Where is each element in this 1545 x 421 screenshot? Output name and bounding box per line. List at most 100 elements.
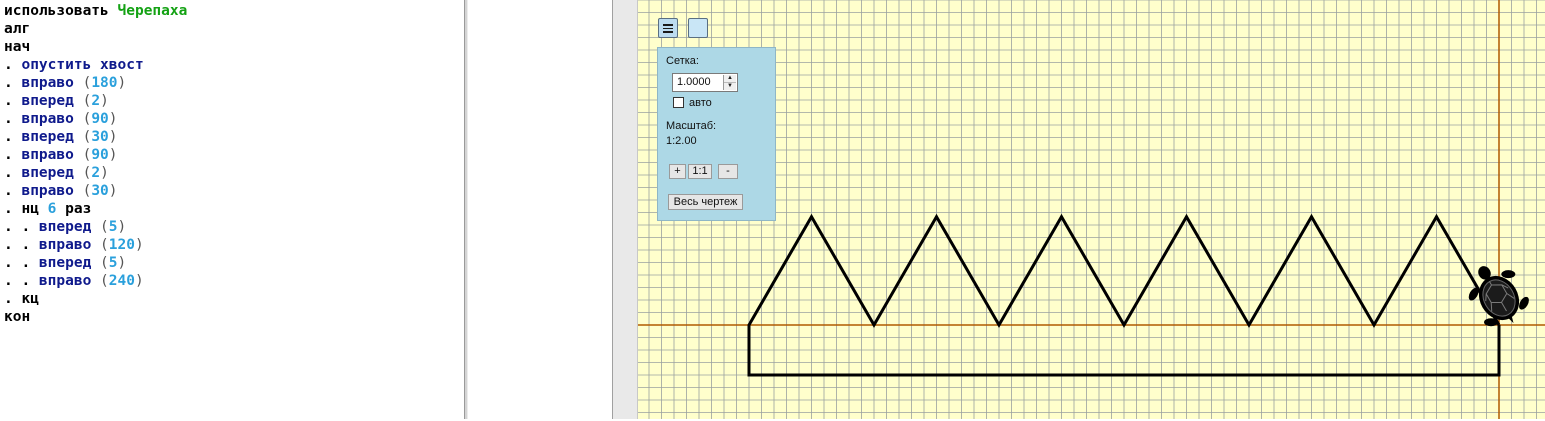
spin-down-icon[interactable]: ▼ [724,83,736,90]
code-line[interactable]: кон [0,308,464,326]
code-token: ( [73,75,92,91]
whole-drawing-button[interactable]: Весь чертеж [668,194,743,210]
menu-button[interactable] [658,18,678,38]
zoom-reset-button[interactable]: 1:1 [688,164,712,179]
code-token: алг [4,21,31,37]
code-token: использовать [4,3,118,19]
auto-checkbox[interactable] [673,97,684,108]
code-token: ) [108,111,118,127]
code-line[interactable]: . . вперед (5) [0,218,464,236]
code-token: ( [73,129,92,145]
code-token: ( [73,165,92,181]
code-token: . [4,129,22,145]
code-token: вперед [21,165,74,181]
code-token: вперед [38,219,92,235]
code-line[interactable]: . вправо (90) [0,110,464,128]
code-token: 180 [91,75,118,91]
code-line[interactable]: . . вперед (5) [0,254,464,272]
code-token: вправо [21,111,74,127]
code-line[interactable]: алг [0,20,464,38]
panel-toggle-button[interactable] [688,18,708,38]
grid-label: Сетка: [666,55,699,67]
code-token: вперед [21,93,74,109]
grid-spinbox[interactable]: 1.0000 ▲ ▼ [672,73,738,92]
code-token: ) [117,255,127,271]
grid-settings-panel: Сетка: 1.0000 ▲ ▼ авто Масштаб: 1:2.00 +… [657,47,776,221]
grid-value[interactable]: 1.0000 [677,76,711,88]
code-line[interactable]: . опустить хвост [0,56,464,74]
code-token: ) [108,183,118,199]
code-token: вперед [38,255,92,271]
hamburger-icon [663,24,673,35]
code-token: вправо [21,147,74,163]
auto-label: авто [689,97,712,109]
code-token: . [4,147,22,163]
code-token: опустить хвост [21,57,144,73]
code-token: вперед [21,129,74,145]
code-line[interactable]: . вперед (2) [0,164,464,182]
code-token: ( [73,183,92,199]
code-token: раз [56,201,92,217]
code-line[interactable]: . кц [0,290,464,308]
code-token: . [4,201,22,217]
code-token: 90 [91,147,109,163]
code-token: . [4,165,22,181]
code-token: ) [134,273,144,289]
turtle-canvas[interactable]: Сетка: 1.0000 ▲ ▼ авто Масштаб: 1:2.00 +… [638,0,1545,419]
code-token: . [4,183,22,199]
code-token: ) [108,129,118,145]
code-line[interactable]: . вперед (30) [0,128,464,146]
code-token: . . [4,273,39,289]
code-token: вправо [38,273,92,289]
zoom-out-button[interactable]: - [718,164,738,179]
code-token: ( [91,255,109,271]
code-line[interactable]: . . вправо (120) [0,236,464,254]
code-token: ) [117,219,127,235]
code-token: ( [73,111,92,127]
code-line[interactable]: . вправо (30) [0,182,464,200]
zoom-in-button[interactable]: + [669,164,686,179]
code-token: ( [91,219,109,235]
spin-buttons: ▲ ▼ [723,75,736,90]
code-token: 120 [108,237,135,253]
code-line[interactable]: нач [0,38,464,56]
code-line[interactable]: . вправо (90) [0,146,464,164]
scale-label: Масштаб: [666,120,717,132]
code-token: ) [134,237,144,253]
code-token: 30 [91,129,109,145]
code-token: кц [21,291,39,307]
code-token: . . [4,255,39,271]
code-token: ( [73,93,92,109]
code-token: нач [4,39,31,55]
code-token: . [4,57,22,73]
code-token: . [4,93,22,109]
code-line[interactable]: . нц 6 раз [0,200,464,218]
code-token: нц [21,201,48,217]
scale-value: 1:2.00 [666,135,697,147]
code-token: ) [117,75,127,91]
code-token: 240 [108,273,135,289]
code-editor[interactable]: использовать Черепаха алг нач. опустить хв… [0,0,464,421]
code-token: ) [100,93,109,109]
spin-up-icon[interactable]: ▲ [724,75,736,83]
code-token: . . [4,219,39,235]
code-line[interactable]: . вправо (180) [0,74,464,92]
output-margin-pane [468,0,612,419]
code-token: 90 [91,111,109,127]
code-line[interactable]: . . вправо (240) [0,272,464,290]
code-token: Черепаха [117,3,188,19]
code-token: . [4,111,22,127]
code-token: . [4,291,22,307]
code-token: вправо [21,183,74,199]
code-token: ( [91,273,109,289]
code-token: . . [4,237,39,253]
code-token: 2 [91,165,101,181]
code-line[interactable]: использовать Черепаха [0,2,464,20]
code-token: 5 [108,219,118,235]
code-token: 30 [91,183,109,199]
code-line[interactable]: . вперед (2) [0,92,464,110]
code-token: ( [91,237,109,253]
code-token: . [4,75,22,91]
pane-splitter[interactable] [612,0,638,419]
code-token: ( [73,147,92,163]
